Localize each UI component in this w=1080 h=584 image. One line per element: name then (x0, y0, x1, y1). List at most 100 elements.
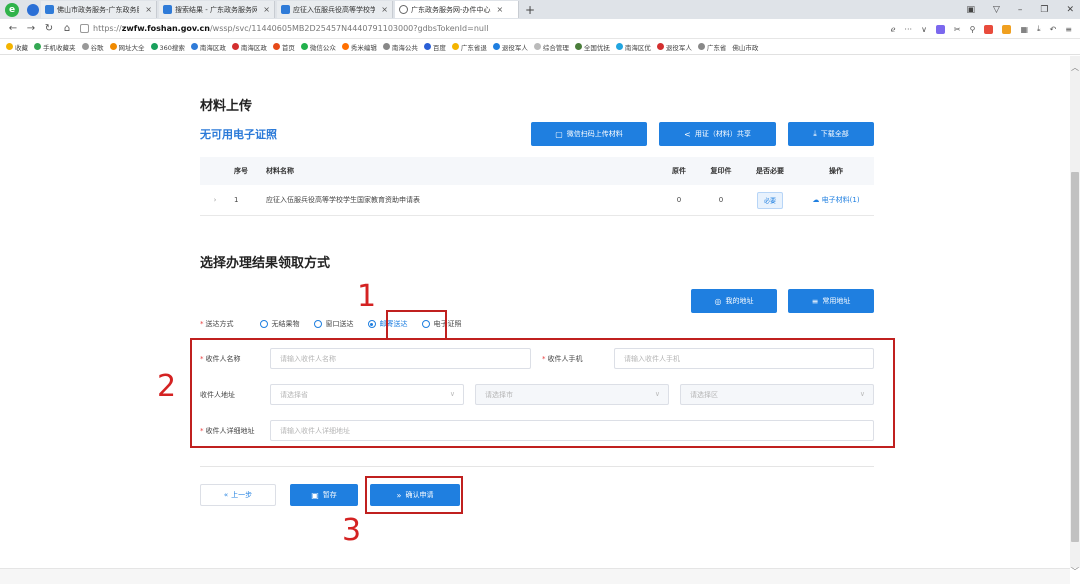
divider (200, 466, 874, 467)
bookmark-item[interactable]: 网址大全 (109, 42, 145, 52)
site-favicon-icon (281, 5, 290, 14)
browser-tab-active[interactable]: 广东政务服务网-办件中心 × (395, 1, 519, 18)
bookmark-item[interactable]: 微信公众 (300, 42, 336, 52)
shield-icon[interactable]: ▽ (993, 5, 1000, 15)
bookmark-item[interactable]: 谷歌 (81, 42, 104, 52)
bookmarks-bar: 收藏 手机收藏夹 谷歌 网址大全 360搜索 南海区政 南海区政 首页 微信公众… (0, 39, 1080, 55)
search-icon (150, 43, 158, 50)
download-icon[interactable]: ⤓ (1037, 24, 1041, 34)
bookmark-item[interactable]: 首页 (272, 42, 295, 52)
column-header-copy: 复印件 (710, 167, 732, 175)
browser-logo-icon: e (5, 2, 19, 17)
double-chevron-left-icon: « (223, 491, 229, 499)
bookmark-item[interactable]: 南海区优 (615, 42, 651, 52)
menu-icon[interactable]: ≡ (1065, 25, 1072, 34)
close-window-icon[interactable]: ✕ (1066, 5, 1074, 15)
bookmark-item[interactable]: 南海区政 (190, 42, 226, 52)
bookmark-item[interactable]: 南海公共 (382, 42, 418, 52)
horizontal-scrollbar[interactable] (0, 568, 1070, 584)
forward-arrow-icon[interactable]: → (26, 23, 36, 34)
bookmark-item[interactable]: 手机收藏夹 (34, 42, 76, 52)
tab-label: 应征入伍服兵役高等学校学生 (293, 5, 376, 14)
scroll-down-icon[interactable]: ﹀ (1071, 566, 1079, 577)
reload-icon[interactable]: ↻ (44, 23, 54, 34)
search-engine-icon[interactable]: ℯ (891, 25, 896, 34)
materials-table: 序号 材料名称 原件 复印件 是否必要 操作 › 1 应征入伍服兵役高等学校学生… (200, 157, 874, 216)
radio-window-delivery[interactable]: 窗口送达 (313, 319, 354, 329)
tab-close-icon[interactable]: × (145, 5, 152, 14)
bookmark-item[interactable]: 收藏 (6, 42, 28, 52)
list-icon: ≡ (811, 296, 819, 306)
extension-icon[interactable] (935, 24, 945, 34)
minimize-icon[interactable]: – (1018, 5, 1023, 15)
tab-navigator-icon[interactable] (27, 3, 39, 16)
delivery-method-label: 送达方式 (205, 320, 234, 328)
scroll-up-icon[interactable]: ︿ (1071, 62, 1079, 73)
url-path: /wssp/svc/11440605MB2D25457N444079110300… (209, 24, 489, 33)
bookmark-item[interactable]: 综合管理 (533, 42, 569, 52)
row-original-count: 0 (676, 196, 682, 204)
column-header-original: 原件 (672, 167, 686, 175)
expand-chevron-icon[interactable]: › (200, 196, 230, 204)
site-favicon-icon (492, 43, 500, 50)
tab-list-icon[interactable]: ▣ (966, 5, 975, 15)
tab-label: 佛山市政务服务-广东政务服务 (57, 5, 139, 14)
bookmark-item[interactable]: 退役军人 (492, 42, 528, 52)
site-favicon-icon (163, 5, 172, 14)
scrollbar-thumb[interactable] (1071, 172, 1079, 542)
site-favicon-icon (109, 43, 117, 50)
new-tab-button[interactable]: + (525, 3, 535, 17)
bookmark-item[interactable]: 广东省退 (451, 42, 487, 52)
bookmark-item[interactable]: 百度 (423, 42, 446, 52)
star-icon (6, 43, 13, 50)
site-favicon-icon (533, 43, 541, 50)
home-icon[interactable]: ⌂ (62, 23, 72, 34)
column-header-name: 材料名称 (266, 167, 294, 175)
bookmark-item[interactable]: 佛山市政 (732, 42, 758, 52)
download-icon: ⤓ (813, 129, 817, 138)
download-all-button[interactable]: ⤓ 下载全部 (788, 122, 874, 146)
site-favicon-icon (574, 43, 582, 50)
wechat-upload-button[interactable]: ▢ 微信扫码上传材料 (531, 122, 647, 146)
url-field[interactable]: https://zwfw.foshan.gov.cn/wssp/svc/1144… (80, 24, 488, 33)
radio-circle-icon (313, 320, 322, 328)
tab-close-icon[interactable]: × (381, 5, 388, 14)
row-no: 1 (234, 196, 239, 204)
site-favicon-icon (45, 5, 54, 14)
table-header: 序号 材料名称 原件 复印件 是否必要 操作 (200, 157, 874, 185)
required-star: * (200, 320, 204, 328)
my-address-button[interactable]: ◎ 我的地址 (691, 289, 777, 313)
share-button[interactable]: < 用证（材料）共享 (659, 122, 776, 146)
bookmark-item[interactable]: 退役军人 (656, 42, 692, 52)
qrcode-icon: ▢ (555, 129, 563, 139)
bookmark-item[interactable]: 全国优抚 (574, 42, 610, 52)
back-arrow-icon[interactable]: ← (8, 23, 18, 34)
required-badge: 必要 (756, 191, 783, 209)
extension-icon[interactable] (984, 24, 994, 34)
tab-close-icon[interactable]: × (263, 5, 270, 14)
search-icon[interactable]: ⚲ (970, 25, 976, 34)
scissors-icon[interactable]: ✂ (954, 25, 961, 34)
radio-no-result[interactable]: 无结果物 (259, 319, 300, 329)
browser-tab[interactable]: 佛山市政务服务-广东政务服务 × (41, 1, 157, 18)
browser-tab[interactable]: 搜索结果 - 广东政务服务网 × (159, 1, 275, 18)
bookmark-item[interactable]: 广东省 (697, 42, 726, 52)
bookmark-item[interactable]: 南海区政 (231, 42, 267, 52)
more-icon[interactable]: ··· (904, 25, 912, 34)
extension-icon[interactable] (1002, 24, 1012, 34)
bookmark-item[interactable]: 360搜索 (150, 42, 185, 52)
prev-step-button[interactable]: «上一步 (200, 484, 276, 506)
globe-icon (382, 43, 390, 50)
undo-icon[interactable]: ↶ (1050, 25, 1057, 34)
save-draft-button[interactable]: ▣ 暂存 (290, 484, 358, 506)
wechat-icon (300, 43, 308, 50)
bookmark-item[interactable]: 秀米编辑 (341, 42, 377, 52)
window-controls: ▣ ▽ – ❐ ✕ (966, 0, 1074, 19)
restore-icon[interactable]: ❐ (1040, 5, 1048, 15)
apps-grid-icon[interactable]: ▦ (1020, 25, 1028, 34)
browser-tab[interactable]: 应征入伍服兵役高等学校学生 × (277, 1, 393, 18)
tab-close-icon[interactable]: × (497, 5, 504, 14)
chevron-down-icon[interactable]: ∨ (921, 25, 927, 34)
electronic-material-link[interactable]: ☁ 电子材料(1) (798, 195, 874, 205)
common-address-button[interactable]: ≡ 常用地址 (788, 289, 874, 313)
